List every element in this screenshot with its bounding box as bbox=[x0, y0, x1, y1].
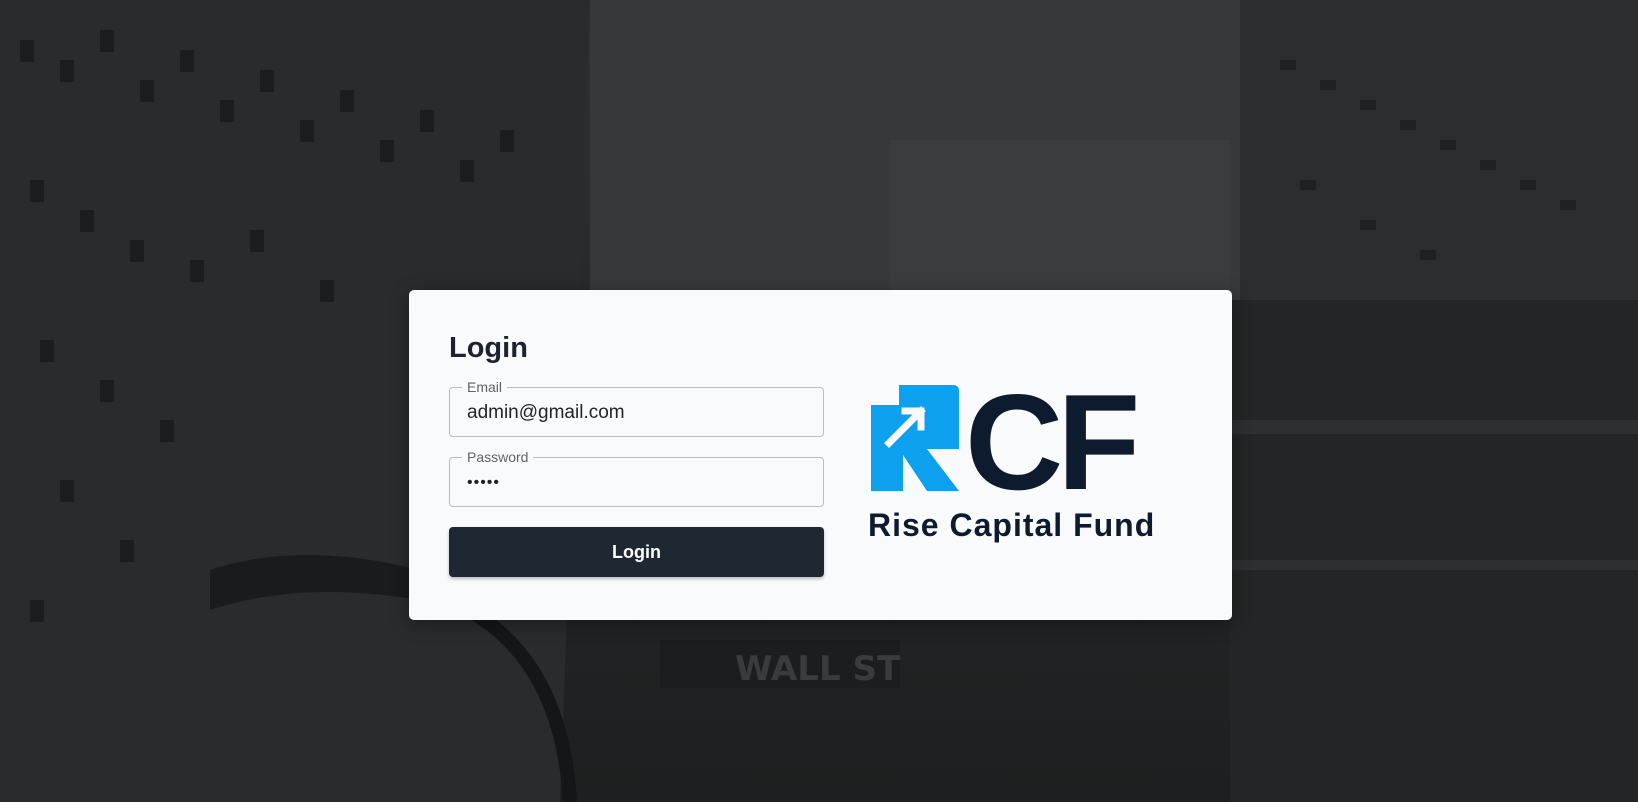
wall-st-sign: WALL ST bbox=[735, 649, 901, 689]
email-field[interactable]: Email bbox=[449, 378, 824, 437]
logo-letters: CF bbox=[965, 383, 1136, 518]
password-field[interactable]: Password bbox=[449, 448, 824, 507]
email-label: Email bbox=[462, 378, 508, 396]
password-input[interactable] bbox=[467, 470, 807, 496]
login-heading: Login bbox=[449, 332, 528, 364]
arrow-r-icon bbox=[871, 385, 959, 491]
login-button[interactable]: Login bbox=[449, 527, 824, 577]
login-card: Login Email Password Login CF Rise Capit… bbox=[409, 290, 1232, 620]
email-input[interactable] bbox=[467, 400, 807, 426]
password-label: Password bbox=[462, 448, 534, 466]
brand-name: Rise Capital Fund bbox=[868, 507, 1156, 543]
